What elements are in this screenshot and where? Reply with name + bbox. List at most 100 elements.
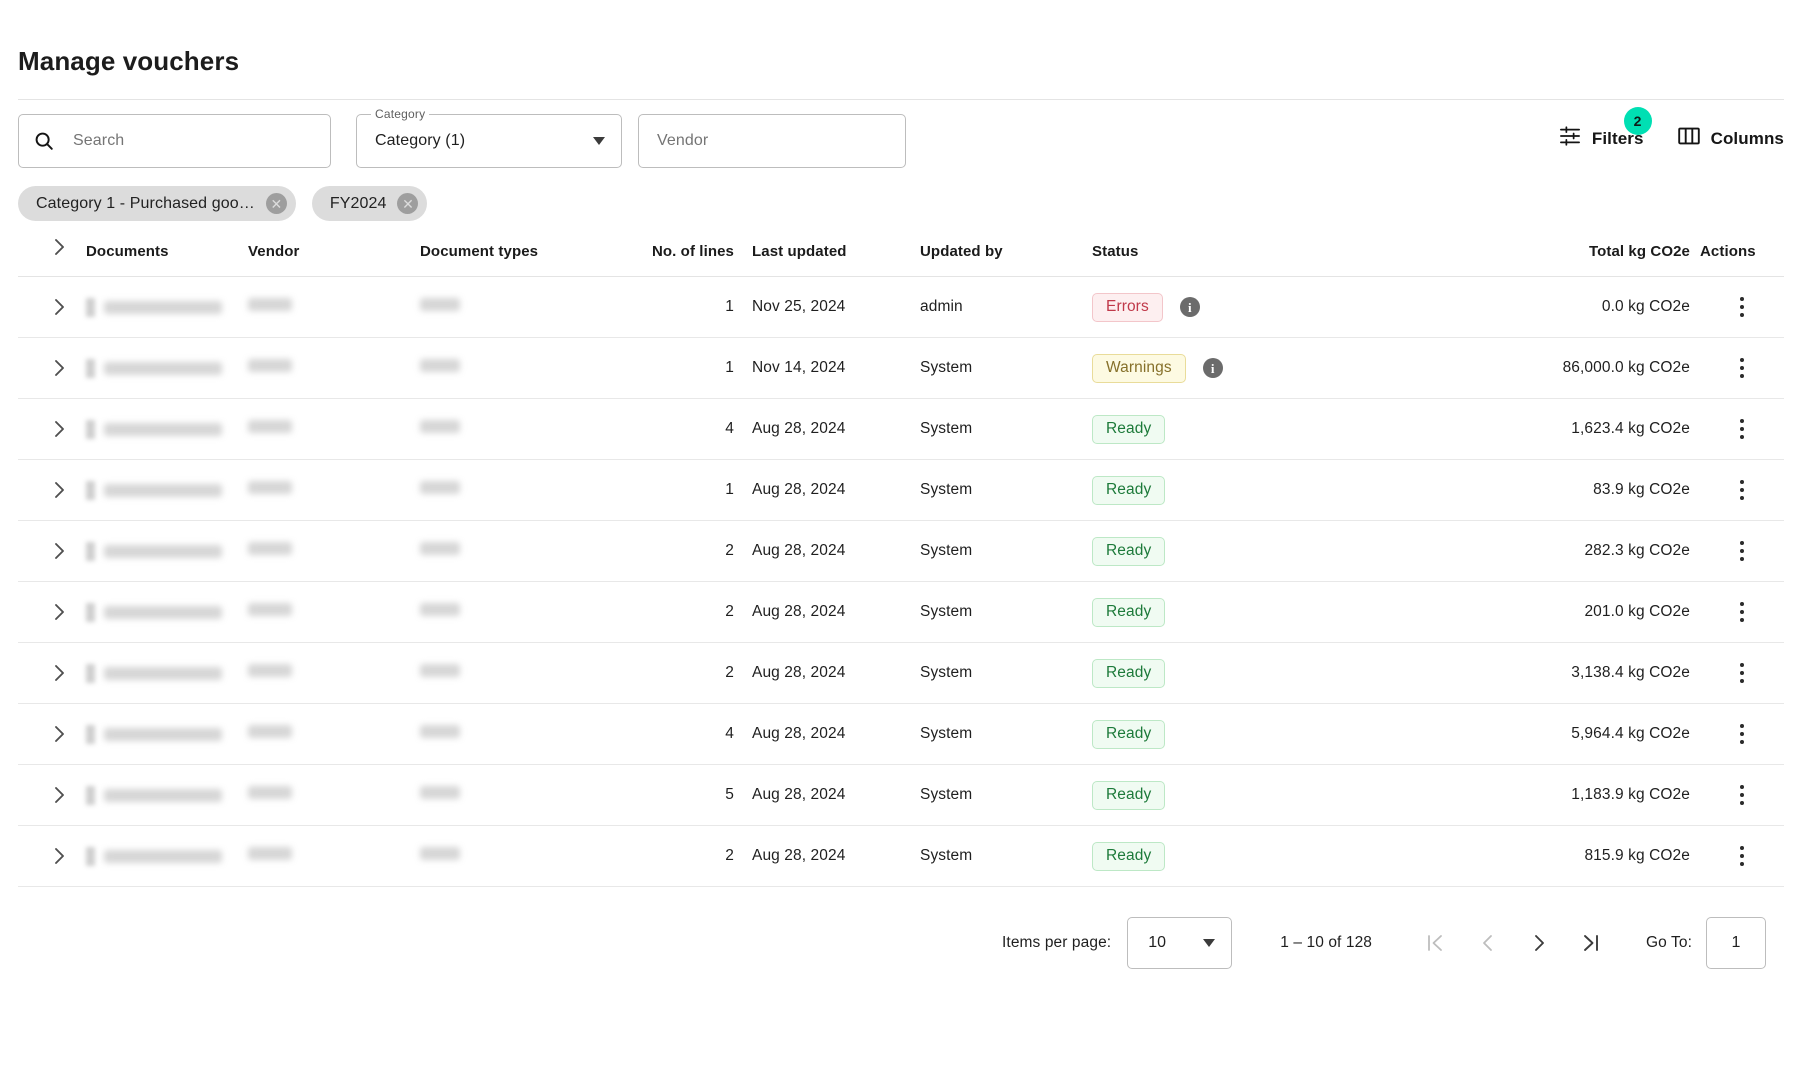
close-circle-icon[interactable]: ✕: [397, 193, 419, 215]
row-actions-menu-icon[interactable]: [1727, 541, 1757, 562]
table-row[interactable]: 2 Aug 28, 2024 System Ready 815.9 kg CO2…: [18, 826, 1784, 887]
filter-chip-fiscal-year[interactable]: FY2024 ✕: [311, 186, 428, 222]
vendor-input[interactable]: Vendor: [638, 114, 906, 169]
row-actions-menu-icon[interactable]: [1727, 358, 1757, 379]
category-legend: Category: [371, 107, 430, 122]
row-actions-menu-icon[interactable]: [1727, 419, 1757, 440]
redacted-document: [86, 297, 248, 317]
row-actions-menu-icon[interactable]: [1727, 846, 1757, 867]
redacted-document: [86, 785, 248, 805]
redacted-text: [104, 605, 222, 619]
table-row[interactable]: 4 Aug 28, 2024 System Ready 5,964.4 kg C…: [18, 704, 1784, 765]
chip-label: Category 1 - Purchased goo…: [36, 194, 255, 212]
chevron-right-icon[interactable]: [46, 782, 72, 808]
pagination-range: 1 – 10 of 128: [1280, 934, 1373, 952]
table-row[interactable]: 2 Aug 28, 2024 System Ready 3,138.4 kg C…: [18, 643, 1784, 704]
row-actions-menu-icon[interactable]: [1727, 785, 1757, 806]
cell-document[interactable]: [86, 765, 248, 826]
cell-document[interactable]: [86, 521, 248, 582]
last-page-icon[interactable]: [1580, 931, 1602, 955]
info-icon[interactable]: i: [1202, 358, 1223, 379]
cell-document[interactable]: [86, 338, 248, 399]
chevron-right-icon[interactable]: [46, 294, 72, 320]
cell-document[interactable]: [86, 582, 248, 643]
header-vendor[interactable]: Vendor: [248, 234, 420, 277]
header-documents[interactable]: Documents: [86, 234, 248, 277]
row-actions-menu-icon[interactable]: [1727, 480, 1757, 501]
document-icon: [86, 541, 95, 561]
table-row[interactable]: 1 Nov 25, 2024 admin Errors i 0.0 kg CO2…: [18, 277, 1784, 338]
cell-document[interactable]: [86, 460, 248, 521]
document-icon: [86, 602, 95, 622]
document-icon: [86, 297, 95, 317]
search-input[interactable]: Search: [18, 114, 331, 169]
cell-document[interactable]: [86, 826, 248, 887]
table-row[interactable]: 1 Aug 28, 2024 System Ready 83.9 kg CO2e: [18, 460, 1784, 521]
chevron-right-icon[interactable]: [46, 660, 72, 686]
row-expand-cell: [18, 277, 86, 338]
table-row[interactable]: 2 Aug 28, 2024 System Ready 201.0 kg CO2…: [18, 582, 1784, 643]
table-row[interactable]: 1 Nov 14, 2024 System Warnings i 86,000.…: [18, 338, 1784, 399]
page-title: Manage vouchers: [18, 46, 240, 76]
cell-total-kg-co2e: 1,183.9 kg CO2e: [1571, 786, 1690, 804]
redacted-text: [420, 542, 460, 556]
header-total-kg-co2e[interactable]: Total kg CO2e: [1470, 234, 1700, 277]
chevron-right-icon[interactable]: [46, 477, 72, 503]
close-circle-icon[interactable]: ✕: [265, 193, 287, 215]
header-document-types[interactable]: Document types: [420, 234, 620, 277]
vouchers-table-wrapper: Documents Vendor Document types No. of l…: [18, 234, 1784, 887]
redacted-text: [248, 542, 292, 556]
cell-vendor: [248, 521, 420, 582]
status-badge: Errors: [1092, 292, 1163, 322]
filters-button[interactable]: Filters 2: [1559, 107, 1652, 151]
chevron-right-icon[interactable]: [46, 355, 72, 381]
chevron-right-icon[interactable]: [46, 234, 72, 260]
filter-chip-category[interactable]: Category 1 - Purchased goo… ✕: [18, 186, 296, 222]
cell-no-of-lines: 2: [725, 542, 734, 560]
header-last-updated[interactable]: Last updated: [752, 234, 920, 277]
cell-document[interactable]: [86, 704, 248, 765]
cell-document[interactable]: [86, 643, 248, 704]
cell-document[interactable]: [86, 277, 248, 338]
row-actions-menu-icon[interactable]: [1727, 663, 1757, 684]
chevron-right-icon[interactable]: [46, 599, 72, 625]
chevron-right-icon[interactable]: [46, 416, 72, 442]
header-updated-by[interactable]: Updated by: [920, 234, 1092, 277]
columns-button[interactable]: Columns: [1677, 127, 1784, 150]
table-row[interactable]: 4 Aug 28, 2024 System Ready 1,623.4 kg C…: [18, 399, 1784, 460]
redacted-text: [248, 359, 292, 373]
cell-vendor: [248, 399, 420, 460]
document-icon: [86, 480, 95, 500]
cell-document-type: [420, 582, 620, 643]
go-to-input[interactable]: 1: [1706, 917, 1766, 970]
category-select[interactable]: Category Category (1): [356, 107, 622, 169]
row-actions-menu-icon[interactable]: [1727, 602, 1757, 623]
items-per-page-select[interactable]: 10: [1127, 917, 1233, 970]
next-page-icon[interactable]: [1528, 931, 1550, 955]
cell-document-type: [420, 765, 620, 826]
header-no-of-lines[interactable]: No. of lines: [620, 234, 752, 277]
redacted-text: [420, 420, 460, 434]
columns-label: Columns: [1710, 128, 1784, 148]
chevron-right-icon[interactable]: [46, 843, 72, 869]
previous-page-icon[interactable]: [1476, 931, 1498, 955]
redacted-text: [248, 420, 292, 434]
row-actions-menu-icon[interactable]: [1727, 724, 1757, 745]
cell-actions: [1700, 704, 1784, 765]
chevron-right-icon[interactable]: [46, 721, 72, 747]
row-actions-menu-icon[interactable]: [1727, 297, 1757, 318]
table-row[interactable]: 2 Aug 28, 2024 System Ready 282.3 kg CO2…: [18, 521, 1784, 582]
redacted-text: [248, 725, 292, 739]
cell-document[interactable]: [86, 399, 248, 460]
header-status[interactable]: Status: [1092, 234, 1470, 277]
info-icon[interactable]: i: [1179, 297, 1200, 318]
cell-updated-by: System: [920, 481, 973, 499]
first-page-icon[interactable]: [1424, 931, 1446, 955]
chevron-right-icon[interactable]: [46, 538, 72, 564]
cell-total-kg-co2e: 282.3 kg CO2e: [1584, 542, 1690, 560]
table-row[interactable]: 5 Aug 28, 2024 System Ready 1,183.9 kg C…: [18, 765, 1784, 826]
redacted-text: [420, 664, 460, 678]
status-badge: Ready: [1092, 658, 1166, 688]
redacted-document: [86, 724, 248, 744]
redacted-text: [104, 849, 222, 863]
